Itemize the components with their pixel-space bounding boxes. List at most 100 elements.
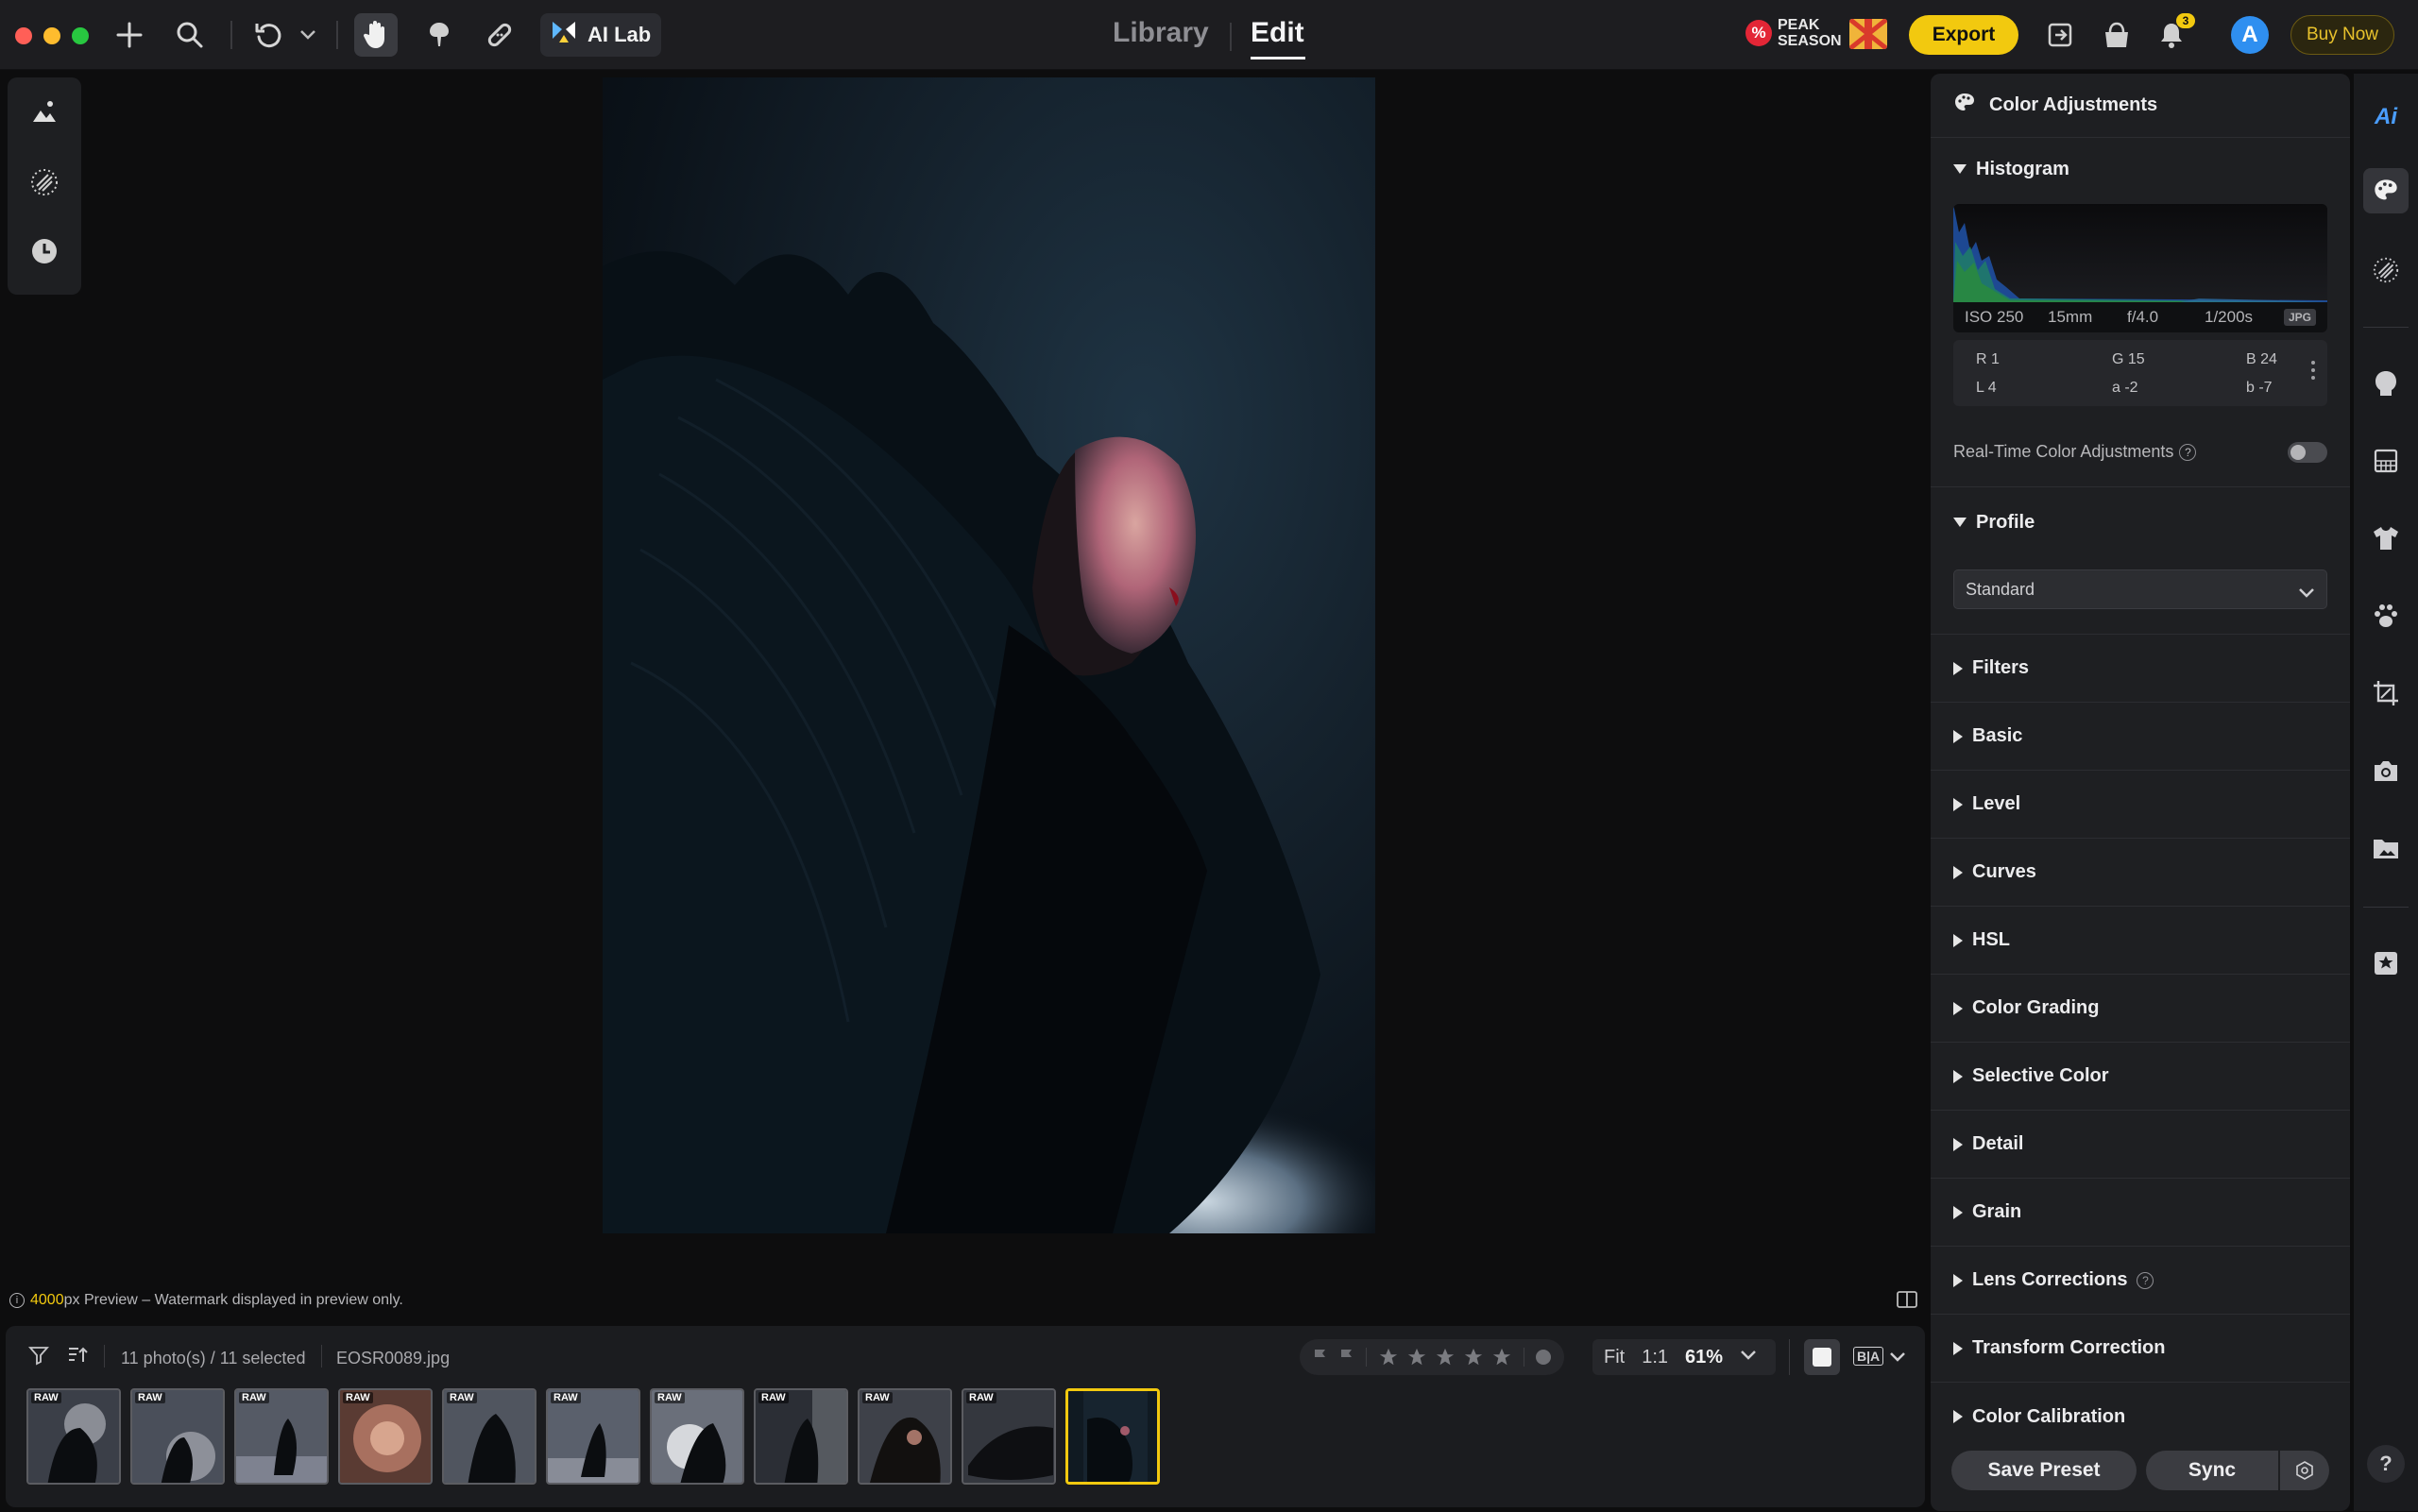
- star-4-icon[interactable]: [1463, 1347, 1484, 1368]
- section-selective-color[interactable]: Selective Color: [1931, 1043, 2350, 1111]
- filmstrip-thumbnail[interactable]: RAW: [650, 1388, 744, 1485]
- sync-settings-icon[interactable]: [2280, 1451, 2329, 1490]
- filmstrip-thumbnail[interactable]: RAW: [962, 1388, 1056, 1485]
- add-icon[interactable]: [108, 13, 151, 57]
- chevron-down-icon[interactable]: [1740, 1349, 1757, 1366]
- maximize-window-button[interactable]: [72, 27, 89, 44]
- filmstrip-thumbnail[interactable]: RAW: [858, 1388, 952, 1485]
- right-icon-rail: Ai ?: [2354, 74, 2418, 1511]
- palette-icon[interactable]: [2363, 168, 2409, 213]
- tab-edit[interactable]: Edit: [1251, 17, 1304, 49]
- tab-library[interactable]: Library: [1113, 17, 1209, 49]
- section-hsl[interactable]: HSL: [1931, 907, 2350, 975]
- section-color-grading[interactable]: Color Grading: [1931, 975, 2350, 1043]
- ai-lab-icon: [550, 18, 578, 52]
- filmstrip-thumbnail[interactable]: RAW: [26, 1388, 121, 1485]
- star-3-icon[interactable]: [1435, 1347, 1456, 1368]
- minimize-window-button[interactable]: [43, 27, 60, 44]
- peak-season-promo[interactable]: % PEAK SEASON: [1745, 17, 1842, 49]
- history-clock-icon[interactable]: [22, 229, 67, 274]
- undo-icon[interactable]: [247, 13, 291, 57]
- preview-notice: i 4000 px Preview – Watermark displayed i…: [9, 1292, 403, 1309]
- pet-paw-icon[interactable]: [2363, 593, 2409, 638]
- mask-brush-icon[interactable]: [417, 13, 461, 57]
- section-transform-correction[interactable]: Transform Correction: [1931, 1315, 2350, 1383]
- flag-reject-icon[interactable]: [1339, 1348, 1354, 1368]
- top-toolbar: AI Lab Library Edit % PEAK SEASON Export…: [0, 0, 2418, 70]
- readout-r: R 1: [1976, 351, 2000, 367]
- split-view-icon[interactable]: [1897, 1290, 1917, 1314]
- section-filters[interactable]: Filters: [1931, 635, 2350, 703]
- folder-image-icon[interactable]: [2363, 825, 2409, 871]
- filmstrip-thumbnail[interactable]: RAW: [754, 1388, 848, 1485]
- store-icon[interactable]: [2095, 13, 2138, 57]
- help-circle-icon[interactable]: ?: [2137, 1271, 2154, 1289]
- healing-bandage-icon[interactable]: [478, 13, 521, 57]
- histogram-header[interactable]: Histogram: [1931, 138, 2350, 200]
- profile-select[interactable]: Standard: [1953, 569, 2327, 609]
- help-button[interactable]: ?: [2367, 1445, 2405, 1483]
- buy-now-button[interactable]: Buy Now: [2290, 15, 2394, 55]
- background-grid-icon[interactable]: [2363, 438, 2409, 484]
- star-2-icon[interactable]: [1406, 1347, 1427, 1368]
- ai-lab-button[interactable]: AI Lab: [540, 13, 661, 57]
- section-grain[interactable]: Grain: [1931, 1179, 2350, 1247]
- search-icon[interactable]: [168, 13, 212, 57]
- close-window-button[interactable]: [15, 27, 32, 44]
- portrait-face-icon[interactable]: [2363, 361, 2409, 406]
- view-options-chevron-icon[interactable]: [1889, 1351, 1906, 1368]
- favorites-star-icon[interactable]: [2363, 941, 2409, 986]
- star-5-icon[interactable]: [1491, 1347, 1512, 1368]
- hand-tool-icon[interactable]: [354, 13, 398, 57]
- filmstrip-thumbnail[interactable]: RAW: [130, 1388, 225, 1485]
- sync-button[interactable]: Sync: [2146, 1451, 2278, 1490]
- sort-icon[interactable]: [66, 1345, 89, 1370]
- help-circle-icon[interactable]: ?: [2179, 443, 2197, 461]
- ai-tools-icon[interactable]: Ai: [2363, 94, 2409, 140]
- gift-box-icon[interactable]: [1849, 19, 1887, 49]
- section-lens-corrections[interactable]: Lens Corrections?: [1931, 1247, 2350, 1315]
- filmstrip-thumbnail[interactable]: RAW: [338, 1388, 433, 1485]
- section-label: Curves: [1972, 861, 2036, 882]
- caret-right-icon: [1953, 661, 1963, 675]
- realtime-toggle[interactable]: [2288, 442, 2327, 463]
- color-label-icon[interactable]: [1536, 1350, 1551, 1365]
- filmstrip-thumbnail-selected[interactable]: [1065, 1388, 1160, 1485]
- photo-preview[interactable]: [603, 77, 1375, 1233]
- star-1-icon[interactable]: [1378, 1347, 1399, 1368]
- section-basic[interactable]: Basic: [1931, 703, 2350, 771]
- filter-icon[interactable]: [28, 1345, 49, 1370]
- camera-icon[interactable]: [2363, 748, 2409, 793]
- filmstrip-thumbnail[interactable]: RAW: [442, 1388, 536, 1485]
- user-avatar[interactable]: A: [2231, 16, 2269, 54]
- before-after-icon[interactable]: B|A: [1853, 1347, 1884, 1366]
- section-level[interactable]: Level: [1931, 771, 2350, 839]
- undo-history-chevron-icon[interactable]: [289, 13, 327, 57]
- body-shirt-icon[interactable]: [2363, 516, 2409, 561]
- ai-effects-icon[interactable]: [2363, 247, 2409, 293]
- save-preset-button[interactable]: Save Preset: [1951, 1451, 2137, 1490]
- crop-icon[interactable]: [2363, 671, 2409, 716]
- zoom-fit-button[interactable]: Fit: [1604, 1347, 1625, 1368]
- section-color-calibration[interactable]: Color Calibration: [1931, 1383, 2350, 1451]
- preview-note-text: px Preview – Watermark displayed in prev…: [63, 1292, 403, 1308]
- more-options-icon[interactable]: [2310, 359, 2316, 386]
- caret-right-icon: [1953, 865, 1963, 879]
- section-detail[interactable]: Detail: [1931, 1111, 2350, 1179]
- export-button[interactable]: Export: [1909, 15, 2018, 55]
- ai-effects-icon[interactable]: [22, 160, 67, 205]
- filmstrip-thumbnail[interactable]: RAW: [546, 1388, 640, 1485]
- active-tab-indicator: [1251, 57, 1305, 59]
- zoom-1to1-button[interactable]: 1:1: [1642, 1347, 1668, 1368]
- toolbar-divider: [336, 21, 338, 49]
- flag-pick-icon[interactable]: [1313, 1348, 1328, 1368]
- profile-header[interactable]: Profile: [1931, 487, 2350, 557]
- zoom-level-select[interactable]: 61%: [1685, 1347, 1723, 1368]
- readout-b: B 24: [2246, 351, 2277, 367]
- share-export-icon[interactable]: [2038, 13, 2082, 57]
- filmstrip-thumbnail[interactable]: RAW: [234, 1388, 329, 1485]
- edit-adjust-icon[interactable]: [22, 89, 67, 134]
- single-view-icon[interactable]: [1804, 1339, 1840, 1375]
- preview-size-value: 4000: [30, 1292, 64, 1308]
- section-curves[interactable]: Curves: [1931, 839, 2350, 907]
